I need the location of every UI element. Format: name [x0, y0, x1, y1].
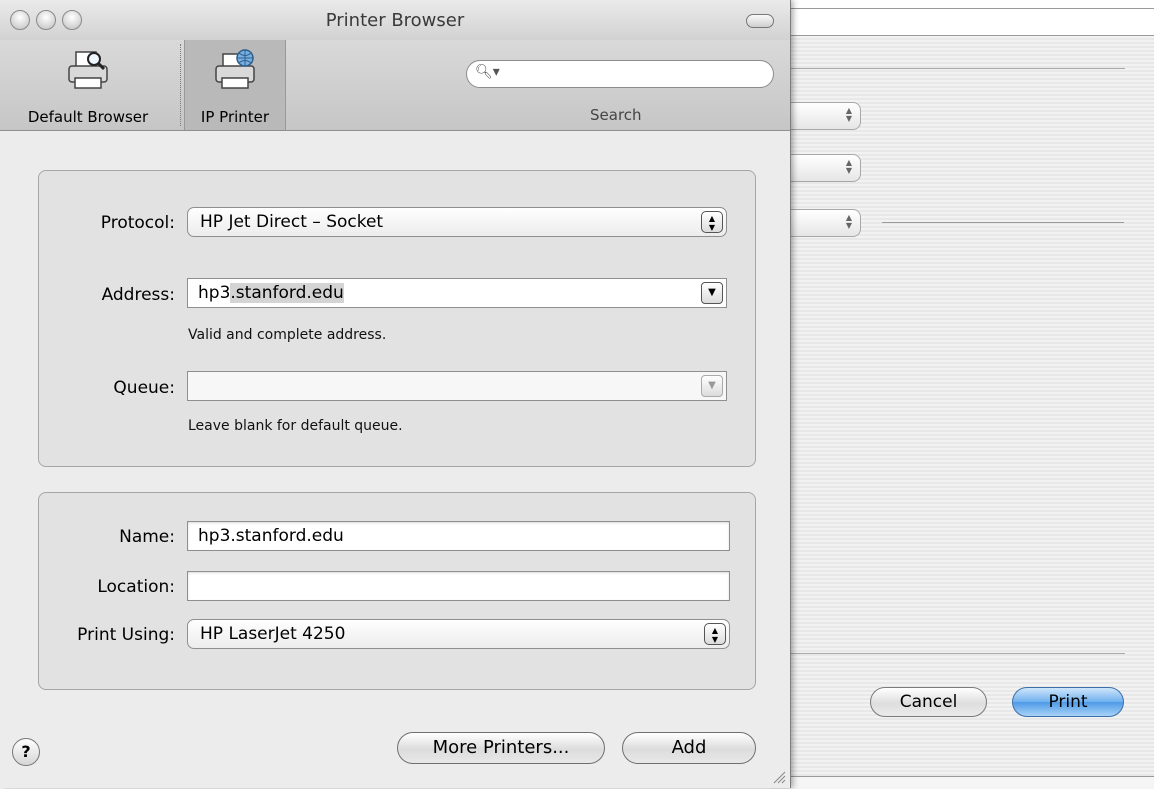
protocol-value: HP Jet Direct – Socket	[200, 212, 384, 232]
toolbar-separator	[180, 44, 181, 126]
print-using-label: Print Using:	[77, 625, 175, 645]
title-bar[interactable]: Printer Browser	[0, 0, 790, 40]
add-button[interactable]: Add	[622, 732, 756, 764]
toolbar-toggle-button[interactable]	[746, 14, 774, 28]
print-dialog-top-strip	[770, 9, 1154, 36]
name-label: Name:	[119, 527, 175, 547]
printer-info-group: Name: hp3.stanford.edu Location: Print U…	[38, 492, 756, 690]
queue-label: Queue:	[113, 378, 175, 398]
print-dialog-divider	[790, 68, 1125, 69]
up-down-arrows-icon: ▲ ▼	[845, 213, 853, 230]
protocol-popup[interactable]: HP Jet Direct – Socket ▲ ▼	[187, 207, 727, 237]
location-label: Location:	[97, 577, 175, 597]
printer-globe-icon	[215, 49, 255, 89]
toolbar: Default Browser IP Printer 🔍︎▾ Search	[0, 40, 790, 131]
resize-grip-icon[interactable]	[772, 770, 786, 784]
chevron-down-icon[interactable]: ▼	[701, 375, 723, 397]
location-field[interactable]	[187, 571, 730, 601]
printer-magnifier-icon	[68, 51, 108, 89]
more-printers-button[interactable]: More Printers...	[397, 732, 605, 764]
toolbar-item-ip-printer[interactable]: IP Printer	[184, 40, 286, 130]
cancel-button[interactable]: Cancel	[870, 687, 987, 717]
toolbar-item-default-browser[interactable]: Default Browser	[0, 40, 176, 130]
print-dialog-bottom-divider	[790, 653, 1125, 654]
help-button[interactable]: ?	[12, 738, 40, 766]
print-using-popup[interactable]: HP LaserJet 4250 ▲ ▼	[187, 619, 730, 649]
toolbar-item-label: Default Browser	[27, 108, 149, 126]
queue-field[interactable]: ▼	[187, 371, 727, 401]
ip-settings-group: Protocol: HP Jet Direct – Socket ▲ ▼ Addr…	[38, 170, 756, 467]
up-down-arrows-icon: ▲ ▼	[845, 106, 853, 123]
search-input[interactable]: 🔍︎▾	[466, 60, 774, 88]
print-dialog-background: ▲ ▼ ▲ ▼ ▲ ▼ Cancel Print	[770, 8, 1154, 789]
print-dialog-separator	[882, 222, 1124, 223]
up-down-arrows-icon: ▲ ▼	[704, 623, 726, 645]
toolbar-item-label: IP Printer	[200, 108, 270, 126]
print-dialog-bottom-edge	[770, 776, 1154, 789]
address-hint: Valid and complete address.	[188, 327, 387, 343]
window-title: Printer Browser	[325, 10, 465, 31]
search-icon: 🔍︎▾	[475, 64, 500, 80]
name-field[interactable]: hp3.stanford.edu	[187, 521, 730, 551]
search-label: Search	[590, 106, 642, 124]
print-dialog-sheet: ▲ ▼ ▲ ▼ ▲ ▼ Cancel Print	[770, 36, 1154, 776]
up-down-arrows-icon: ▲ ▼	[701, 211, 723, 233]
address-value-text: hp3	[198, 283, 231, 303]
up-down-arrows-icon: ▲ ▼	[845, 158, 853, 175]
chevron-down-icon[interactable]: ▼	[701, 282, 723, 304]
printer-browser-window: Printer Browser Default Browser IP Print…	[0, 0, 791, 788]
protocol-label: Protocol:	[100, 213, 175, 233]
address-field[interactable]: hp3.stanford.edu ▼	[187, 278, 727, 308]
address-label: Address:	[101, 285, 175, 305]
queue-hint: Leave blank for default queue.	[188, 418, 403, 434]
print-button[interactable]: Print	[1012, 687, 1124, 717]
address-value-selection: .stanford.edu	[230, 283, 344, 303]
print-using-value: HP LaserJet 4250	[200, 624, 346, 644]
